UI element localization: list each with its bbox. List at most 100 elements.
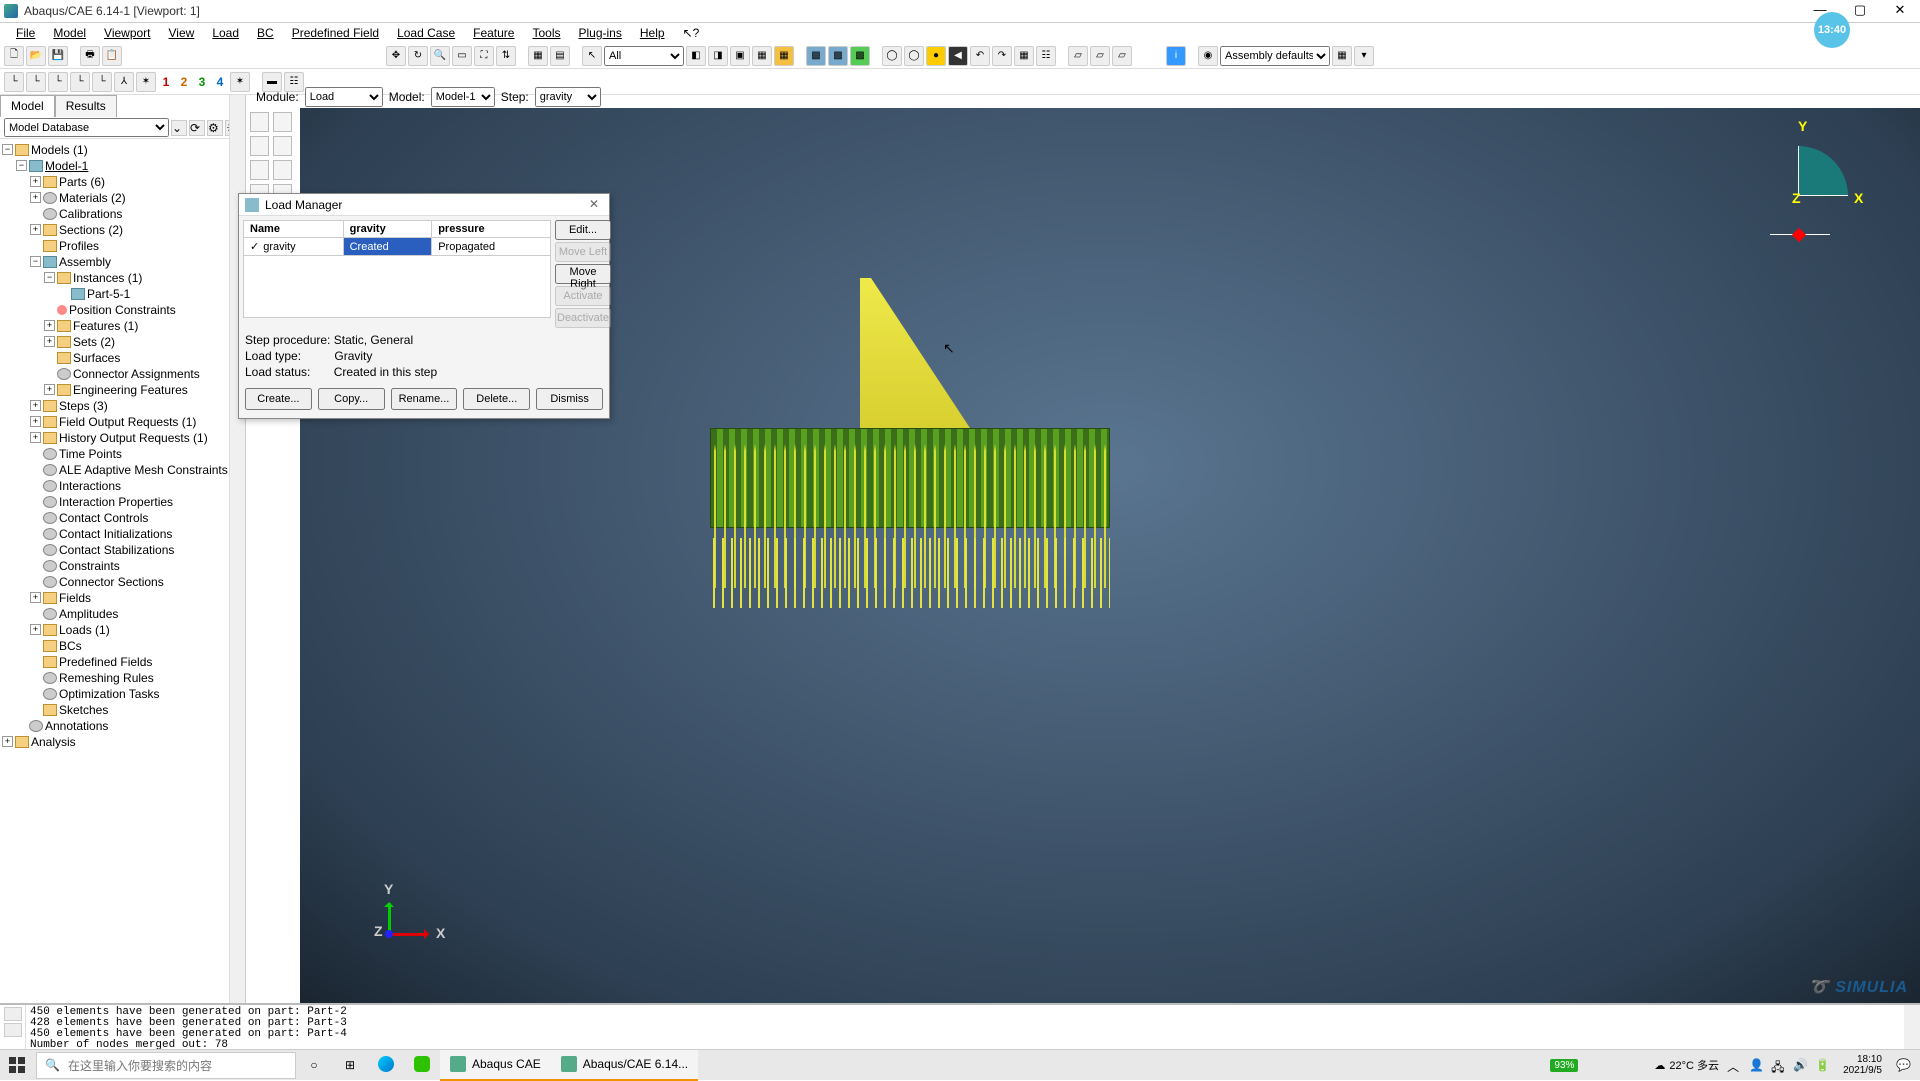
console-scrollbar[interactable] [1904,1005,1920,1049]
panel-selector[interactable]: Model Database [4,118,169,137]
tree-connector-sections[interactable]: Connector Sections [59,575,164,589]
screenshot-icon[interactable]: 📋 [102,46,122,66]
tree-predef-fields[interactable]: Predefined Fields [59,655,152,669]
layer-2[interactable]: 2 [176,75,192,89]
taskbar-edge[interactable] [368,1050,404,1081]
circle-2-icon[interactable]: ◯ [904,46,924,66]
tree-steps[interactable]: Steps (3) [59,399,108,413]
tree-settings-icon[interactable]: ⚙ [207,120,223,136]
view-orientation-widget[interactable]: Y X Z [1770,118,1860,248]
tree-ale[interactable]: ALE Adaptive Mesh Constraints [59,463,228,477]
calc-icon[interactable]: ▦ [1014,46,1034,66]
datum-4-icon[interactable]: └ [70,72,90,92]
menu-load[interactable]: Load [204,24,247,42]
parallel-icon[interactable]: ▤ [550,46,570,66]
pan-icon[interactable]: ✥ [386,46,406,66]
layer-3[interactable]: 3 [194,75,210,89]
console-output[interactable]: 450 elements have been generated on part… [26,1005,1904,1049]
circle-3-icon[interactable]: ● [926,46,946,66]
tree-calibrations[interactable]: Calibrations [59,207,122,221]
zoom-box-icon[interactable]: ▭ [452,46,472,66]
tree-annotations[interactable]: Annotations [45,719,108,733]
tree-field-output[interactable]: Field Output Requests (1) [59,415,196,429]
table-empty-area[interactable] [243,256,551,318]
datum-5-icon[interactable]: └ [92,72,112,92]
datum-3-icon[interactable]: └ [48,72,68,92]
load-manager-icon[interactable] [273,112,292,132]
rename-button[interactable]: Rename... [391,388,458,410]
tree-analysis[interactable]: Analysis [31,735,76,749]
tree-contact-controls[interactable]: Contact Controls [59,511,148,525]
model-select[interactable]: Model-1 [431,87,495,107]
toggle-4-icon[interactable]: ▦ [752,46,772,66]
close-button[interactable]: ✕ [1880,1,1920,21]
tray-volume-icon[interactable]: 🔊 [1793,1058,1807,1072]
layer-1[interactable]: 1 [158,75,174,89]
tree-interaction-props[interactable]: Interaction Properties [59,495,173,509]
tree-position-constraints[interactable]: Position Constraints [69,303,176,317]
tree-amplitudes[interactable]: Amplitudes [59,607,118,621]
create-field-icon[interactable] [250,160,269,180]
cell-created[interactable]: Created [343,238,432,256]
zoom-icon[interactable]: 🔍 [430,46,450,66]
taskbar-abaqus-cae[interactable]: Abaqus CAE [440,1050,551,1081]
tree-history-output[interactable]: History Output Requests (1) [59,431,208,445]
menu-load-case[interactable]: Load Case [389,24,463,42]
edit-button[interactable]: Edit... [555,220,611,240]
toggle-3-icon[interactable]: ▣ [730,46,750,66]
battery-badge[interactable]: 93% [1550,1059,1578,1072]
taskbar-wechat[interactable] [404,1050,440,1081]
arrow-back-icon[interactable]: ◀ [948,46,968,66]
render-dd-icon[interactable]: ▾ [1354,46,1374,66]
taskbar-clock[interactable]: 18:10 2021/9/5 [1837,1054,1888,1076]
tree-features[interactable]: Features (1) [73,319,138,333]
circle-1-icon[interactable]: ◯ [882,46,902,66]
cortana-icon[interactable]: ○ [296,1050,332,1081]
tree-parts[interactable]: Parts (6) [59,175,105,189]
menu-plugins[interactable]: Plug-ins [571,24,630,42]
dismiss-button[interactable]: Dismiss [536,388,603,410]
select-arrow-icon[interactable]: ↖ [582,46,602,66]
tree-sets[interactable]: Sets (2) [73,335,115,349]
layer-4[interactable]: 4 [212,75,228,89]
box-1-icon[interactable]: ▱ [1068,46,1088,66]
tray-battery-icon[interactable]: 🔋 [1815,1058,1829,1072]
dialog-close-button[interactable]: ✕ [585,197,603,213]
tree-profiles[interactable]: Profiles [59,239,99,253]
cell-propagated[interactable]: Propagated [432,238,551,256]
mesh-3-icon[interactable]: ▩ [850,46,870,66]
toggle-1-icon[interactable]: ◧ [686,46,706,66]
perspective-icon[interactable]: ▦ [528,46,548,66]
print-icon[interactable]: 🖶 [80,46,100,66]
toggle-2-icon[interactable]: ◨ [708,46,728,66]
tree-sections[interactable]: Sections (2) [59,223,123,237]
menu-bc[interactable]: BC [249,24,282,42]
save-icon[interactable]: 💾 [48,46,68,66]
console-tab-1-icon[interactable] [4,1007,22,1021]
cell-name[interactable]: gravity [244,238,344,256]
box-2-icon[interactable]: ▱ [1090,46,1110,66]
tray-people-icon[interactable]: 👤 [1749,1058,1763,1072]
box-3-icon[interactable]: ▱ [1112,46,1132,66]
table-icon[interactable]: ☷ [1036,46,1056,66]
col-gravity[interactable]: gravity [343,221,432,238]
rotate-icon[interactable]: ↻ [408,46,428,66]
tab-model[interactable]: Model [0,95,55,117]
menu-file[interactable]: File [8,24,43,42]
menu-model[interactable]: Model [45,24,94,42]
render-cube-icon[interactable]: ▦ [1332,46,1352,66]
tree-engineering-features[interactable]: Engineering Features [73,383,188,397]
weather-widget[interactable]: ☁ 22°C 多云 [1654,1057,1719,1073]
console-tab-2-icon[interactable] [4,1023,22,1037]
tree-contact-init[interactable]: Contact Initializations [59,527,172,541]
table-row[interactable]: gravity Created Propagated [244,238,551,256]
col-pressure[interactable]: pressure [432,221,551,238]
model-tree[interactable]: −Models (1) −Model-1 +Parts (6) +Materia… [0,139,245,1003]
visibility-selector[interactable]: All [604,46,684,66]
field-manager-icon[interactable] [273,160,292,180]
create-button[interactable]: Create... [245,388,312,410]
tree-optimization[interactable]: Optimization Tasks [59,687,159,701]
tree-contact-stab[interactable]: Contact Stabilizations [59,543,174,557]
mesh-2-icon[interactable]: ▩ [828,46,848,66]
datum-6-icon[interactable]: ⅄ [114,72,134,92]
